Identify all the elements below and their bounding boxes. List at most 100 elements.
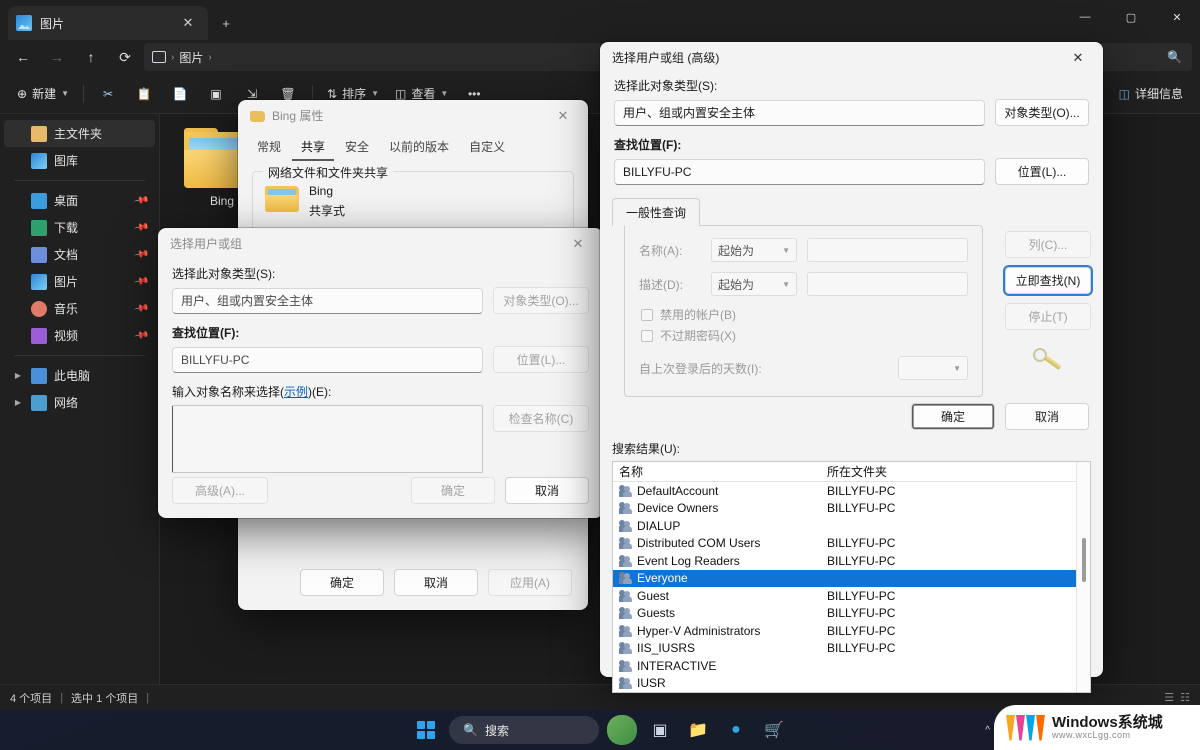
close-icon[interactable]: ✕	[544, 102, 582, 130]
pin-icon[interactable]: 📌	[133, 246, 150, 262]
widgets-icon[interactable]	[607, 715, 637, 745]
result-row[interactable]: IUSR	[613, 675, 1090, 693]
object-names-input[interactable]	[172, 405, 483, 473]
result-row[interactable]: Device Owners BILLYFU-PC	[613, 500, 1090, 518]
copy-icon[interactable]: 📋	[127, 79, 161, 109]
description-input[interactable]	[807, 272, 968, 296]
cancel-button[interactable]: 取消	[1005, 403, 1089, 430]
column-header-name[interactable]: 名称	[619, 463, 827, 480]
column-header-folder[interactable]: 所在文件夹	[827, 463, 887, 480]
explorer-tab[interactable]: 图片 ✕	[8, 6, 208, 40]
days-since-logon-select[interactable]: ▼	[898, 356, 968, 380]
paste-icon[interactable]: 📄	[163, 79, 197, 109]
sidebar-item-desktop[interactable]: 桌面 📌	[4, 187, 155, 214]
ok-button[interactable]: 确定	[300, 569, 384, 596]
tab-security[interactable]: 安全	[336, 133, 378, 161]
refresh-icon[interactable]: ⟳	[110, 43, 140, 71]
sidebar-item-home[interactable]: 主文件夹	[4, 120, 155, 147]
chevron-down-icon: ▼	[782, 245, 790, 255]
edge-icon[interactable]: ●	[721, 715, 751, 745]
result-row[interactable]: Hyper-V Administrators BILLYFU-PC	[613, 622, 1090, 640]
result-row[interactable]: DIALUP	[613, 517, 1090, 535]
tab-common-queries[interactable]: 一般性查询	[612, 198, 701, 226]
close-tab-icon[interactable]: ✕	[176, 11, 200, 35]
chevron-down-icon: ▼	[440, 89, 449, 98]
start-icon[interactable]	[411, 715, 441, 745]
chevron-right-icon[interactable]: ▶	[12, 398, 24, 407]
result-row[interactable]: Guests BILLYFU-PC	[613, 605, 1090, 623]
description-operator-select[interactable]: 起始为 ▼	[711, 272, 797, 296]
result-row[interactable]: Event Log Readers BILLYFU-PC	[613, 552, 1090, 570]
sidebar-item-videos[interactable]: 视频 📌	[4, 322, 155, 349]
tab-customize[interactable]: 自定义	[460, 133, 514, 161]
pin-icon[interactable]: 📌	[133, 273, 150, 289]
cancel-button[interactable]: 取消	[505, 477, 589, 504]
details-view-icon[interactable]: ☰	[1164, 691, 1174, 704]
tiles-view-icon[interactable]: ☷	[1180, 691, 1190, 704]
result-row[interactable]: DefaultAccount BILLYFU-PC	[613, 482, 1090, 500]
result-row[interactable]: Distributed COM Users BILLYFU-PC	[613, 535, 1090, 553]
sidebar-item-network[interactable]: ▶ 网络	[4, 389, 155, 416]
up-icon[interactable]: ↑	[76, 43, 106, 71]
view-toggle-group[interactable]: ☰ ☷	[1164, 691, 1190, 704]
taskbar-search[interactable]: 🔍 搜索	[449, 716, 599, 744]
result-row[interactable]: IIS_IUSRS BILLYFU-PC	[613, 640, 1090, 658]
minimize-icon[interactable]: —	[1062, 0, 1108, 34]
details-pane-button[interactable]: ◫ 详细信息	[1112, 79, 1190, 109]
ok-button[interactable]: 确定	[911, 403, 995, 430]
search-results-list[interactable]: 名称 所在文件夹 DefaultAccount BILLYFU-PC Device …	[612, 461, 1091, 693]
back-icon[interactable]: ←	[8, 43, 38, 71]
name-input[interactable]	[807, 238, 968, 262]
non-expiring-password-checkbox[interactable]	[641, 329, 653, 342]
disabled-accounts-checkbox[interactable]	[641, 308, 653, 321]
pin-icon[interactable]: 📌	[133, 300, 150, 316]
pin-icon[interactable]: 📌	[133, 219, 150, 235]
sidebar-item-music[interactable]: 音乐 📌	[4, 295, 155, 322]
result-row[interactable]: INTERACTIVE	[613, 657, 1090, 675]
store-icon[interactable]: 🛒	[759, 715, 789, 745]
locations-button[interactable]: 位置(L)...	[995, 158, 1089, 185]
close-icon[interactable]: ✕	[559, 230, 597, 258]
close-window-icon[interactable]: ✕	[1154, 0, 1200, 34]
location-value[interactable]: BILLYFU-PC	[614, 158, 985, 185]
query-section: 一般性查询 名称(A): 起始为 ▼ 描述(D): 起始为 ▼ 禁用的帐户(B)…	[600, 197, 1103, 397]
close-icon[interactable]: ✕	[1059, 44, 1097, 72]
scrollbar-thumb[interactable]	[1082, 538, 1086, 582]
non-expiring-password-row[interactable]: 不过期密码(X)	[641, 327, 968, 344]
rename-icon[interactable]: ▣	[199, 79, 233, 109]
object-types-button[interactable]: 对象类型(O)...	[995, 99, 1089, 126]
object-type-value[interactable]: 用户、组或内置安全主体	[172, 287, 483, 314]
tray-chevron-icon[interactable]: ^	[985, 725, 990, 736]
tab-general[interactable]: 常规	[248, 133, 290, 161]
results-scrollbar[interactable]	[1076, 462, 1090, 692]
new-button[interactable]: ⊕ 新建 ▼	[10, 79, 76, 109]
sidebar-item-gallery[interactable]: 图库	[4, 147, 155, 174]
tab-previous-versions[interactable]: 以前的版本	[380, 133, 458, 161]
chevron-right-icon[interactable]: ▶	[12, 371, 24, 380]
pin-icon[interactable]: 📌	[133, 192, 150, 208]
cancel-button[interactable]: 取消	[394, 569, 478, 596]
disabled-accounts-row[interactable]: 禁用的帐户(B)	[641, 306, 968, 323]
pin-icon[interactable]: 📌	[133, 327, 150, 343]
task-view-icon[interactable]: ▣	[645, 715, 675, 745]
examples-link[interactable]: 示例	[284, 385, 308, 399]
location-value[interactable]: BILLYFU-PC	[172, 346, 483, 373]
cut-icon[interactable]: ✂	[91, 79, 125, 109]
new-tab-button[interactable]: +	[214, 11, 238, 35]
find-now-button[interactable]: 立即查找(N)	[1005, 267, 1091, 294]
sidebar-item-this-pc[interactable]: ▶ 此电脑	[4, 362, 155, 389]
forward-icon[interactable]: →	[42, 43, 72, 71]
file-explorer-icon[interactable]: 📁	[683, 715, 713, 745]
search-icon[interactable]: 🔍	[1167, 50, 1182, 64]
name-operator-select[interactable]: 起始为 ▼	[711, 238, 797, 262]
breadcrumb-segment[interactable]: 图片	[179, 49, 203, 66]
sidebar-item-pictures[interactable]: 图片 📌	[4, 268, 155, 295]
sidebar-item-downloads[interactable]: 下载 📌	[4, 214, 155, 241]
result-row[interactable]: Guest BILLYFU-PC	[613, 587, 1090, 605]
result-row[interactable]: Everyone	[613, 569, 1090, 587]
maximize-icon[interactable]: ▢	[1108, 0, 1154, 34]
object-type-value[interactable]: 用户、组或内置安全主体	[614, 99, 985, 126]
pictures-icon	[31, 273, 47, 290]
tab-sharing[interactable]: 共享	[292, 133, 335, 161]
sidebar-item-documents[interactable]: 文档 📌	[4, 241, 155, 268]
